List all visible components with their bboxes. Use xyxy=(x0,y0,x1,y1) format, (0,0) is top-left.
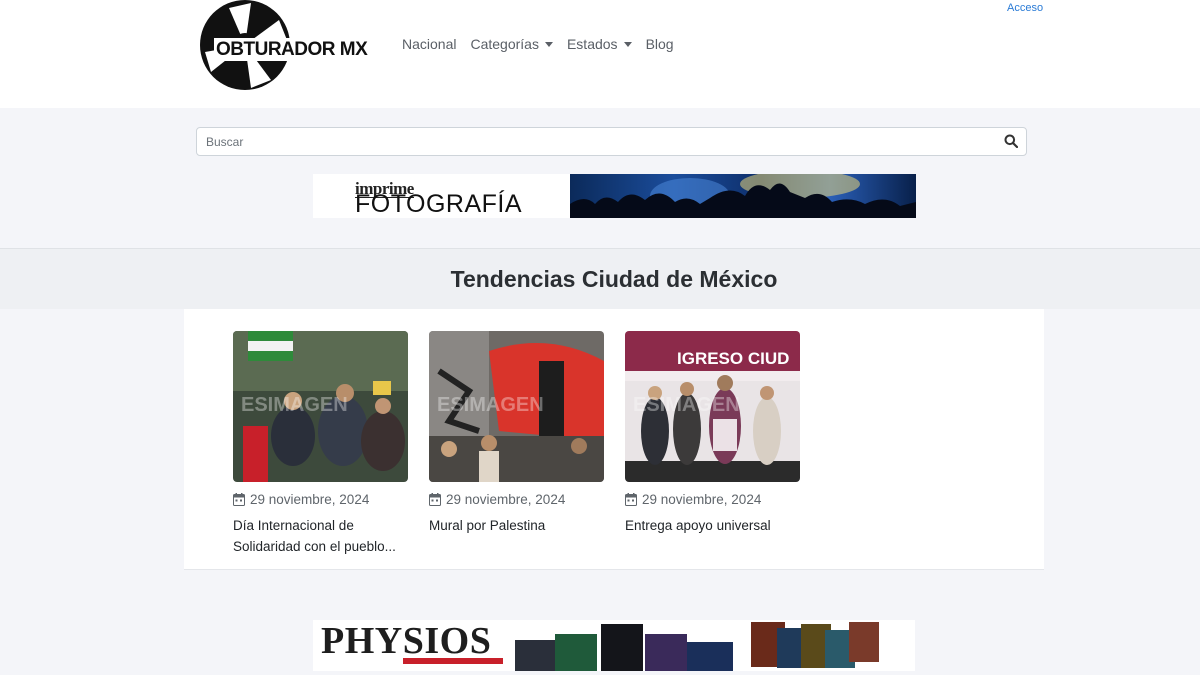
svg-text:ESIMAGEN: ESIMAGEN xyxy=(633,394,740,416)
news-card-image: ESIMAGEN xyxy=(233,331,408,482)
nav-item-nacional[interactable]: Nacional xyxy=(402,35,456,53)
logo-text: OBTURADOR MX xyxy=(214,38,370,61)
login-link[interactable]: Acceso xyxy=(1007,2,1043,14)
nav-item-label: Blog xyxy=(645,36,674,52)
site-logo[interactable]: OBTURADOR MX xyxy=(199,0,389,92)
search-bar xyxy=(196,127,1027,156)
nav-item-blog[interactable]: Blog xyxy=(646,35,674,53)
banner-photo xyxy=(570,174,916,218)
nav-item-estados[interactable]: Estados xyxy=(567,35,632,53)
ad-banner-physios[interactable]: PHYSIOS xyxy=(313,620,915,671)
nav-item-label: Nacional xyxy=(402,36,457,52)
news-card-image: IGRESO CIUD ESIMAGEN xyxy=(625,331,800,482)
news-card-title[interactable]: Mural por Palestina xyxy=(429,515,607,536)
news-card-date-text: 29 noviembre, 2024 xyxy=(446,492,566,507)
calendar-icon xyxy=(429,493,441,506)
ad-banner-imprime-fotografia[interactable]: imprime FOTOGRAFÍA xyxy=(313,174,916,218)
news-card-date-text: 29 noviembre, 2024 xyxy=(642,492,762,507)
news-card-title[interactable]: Día Internacional de Solidaridad con el … xyxy=(233,515,411,557)
search-input[interactable] xyxy=(197,128,987,155)
nav-item-label: Estados xyxy=(566,36,618,52)
concert-silhouette-image xyxy=(570,174,916,218)
calendar-icon xyxy=(625,493,637,506)
section-title: Tendencias Ciudad de México xyxy=(450,266,778,292)
news-card-date: 29 noviembre, 2024 xyxy=(625,492,761,507)
site-header: OBTURADOR MX Nacional Categorías Estados… xyxy=(0,0,1200,108)
news-card-date: 29 noviembre, 2024 xyxy=(429,492,565,507)
physios-brand-text: PHYSIOS xyxy=(321,620,492,662)
banner-big-text: FOTOGRAFÍA xyxy=(355,190,523,218)
caret-down-icon xyxy=(623,41,632,47)
search-icon[interactable] xyxy=(1004,134,1018,148)
news-card-image: ESIMAGEN xyxy=(429,331,604,482)
news-card-title[interactable]: Entrega apoyo universal xyxy=(625,515,803,536)
news-card-date: 29 noviembre, 2024 xyxy=(233,492,369,507)
news-card-date-text: 29 noviembre, 2024 xyxy=(250,492,370,507)
svg-text:ESIMAGEN: ESIMAGEN xyxy=(241,394,348,416)
svg-text:IGRESO CIUD: IGRESO CIUD xyxy=(677,349,789,368)
magazine-covers-image xyxy=(515,622,879,671)
svg-text:ESIMAGEN: ESIMAGEN xyxy=(437,394,544,416)
banner-text-panel: imprime FOTOGRAFÍA xyxy=(313,174,570,218)
calendar-icon xyxy=(233,493,245,506)
main-nav: Nacional Categorías Estados Blog xyxy=(402,35,688,53)
physios-tagline-bar xyxy=(403,658,503,664)
nav-item-label: Categorías xyxy=(470,36,539,52)
caret-down-icon xyxy=(544,41,553,47)
trending-cards-panel: ESIMAGEN 29 noviembre, 2024 Día Internac… xyxy=(184,309,1044,570)
nav-item-categorias[interactable]: Categorías xyxy=(470,35,553,53)
